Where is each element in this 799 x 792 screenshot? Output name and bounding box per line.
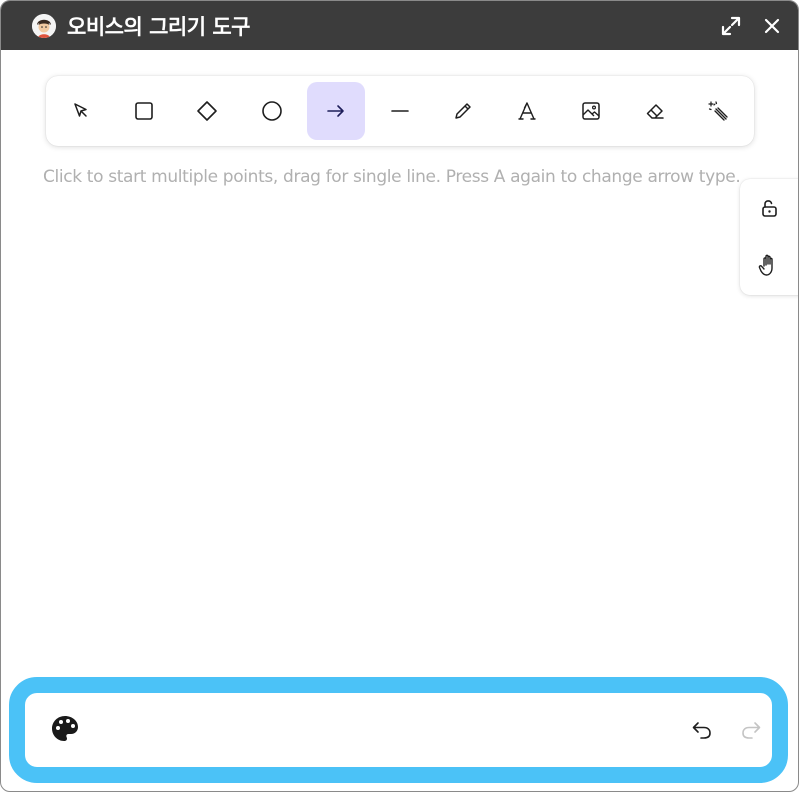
- close-icon: [764, 18, 780, 34]
- color-palette-button[interactable]: [49, 713, 81, 745]
- lock-toggle-button[interactable]: [756, 195, 782, 221]
- pencil-icon: [455, 103, 471, 119]
- tool-line[interactable]: [371, 82, 429, 140]
- side-panel: [740, 179, 798, 295]
- bottom-bar: [9, 677, 788, 783]
- window-title: 오비스의 그리기 도구: [67, 15, 251, 39]
- redo-button[interactable]: [738, 717, 764, 743]
- palette-icon: [52, 716, 78, 741]
- drawing-tool-window: 오비스의 그리기 도구 Click to start multiple poin…: [0, 0, 799, 792]
- hand-icon: [758, 254, 773, 276]
- tool-magic[interactable]: [689, 82, 747, 140]
- tool-eraser[interactable]: [626, 82, 684, 140]
- tool-arrow[interactable]: [307, 82, 365, 140]
- tool-text[interactable]: [498, 82, 556, 140]
- titlebar: 오비스의 그리기 도구: [1, 1, 798, 50]
- image-icon: [582, 102, 600, 120]
- tool-ellipse[interactable]: [243, 82, 301, 140]
- maximize-button[interactable]: [718, 13, 744, 39]
- tool-draw[interactable]: [434, 82, 492, 140]
- canvas-hint: Click to start multiple points, drag for…: [43, 167, 741, 187]
- tool-toolbar: [46, 76, 754, 146]
- tool-diamond[interactable]: [178, 82, 236, 140]
- pointer-icon: [74, 103, 87, 117]
- undo-button[interactable]: [689, 717, 715, 743]
- avatar-icon: [32, 14, 56, 38]
- circle-icon: [262, 101, 282, 121]
- tool-image[interactable]: [562, 82, 620, 140]
- undo-icon: [692, 722, 711, 739]
- diamond-icon: [197, 101, 217, 121]
- magic-wand-icon: [708, 101, 728, 121]
- arrow-right-icon: [327, 105, 344, 117]
- redo-icon: [742, 722, 761, 739]
- eraser-icon: [646, 104, 664, 119]
- close-button[interactable]: [759, 13, 785, 39]
- unlock-icon: [762, 200, 777, 217]
- tool-rectangle[interactable]: [115, 82, 173, 140]
- avatar: [32, 14, 56, 38]
- line-icon: [391, 110, 409, 112]
- tool-selection[interactable]: [52, 82, 110, 140]
- expand-icon: [721, 16, 741, 36]
- hand-tool-button[interactable]: [756, 252, 782, 278]
- rectangle-icon: [135, 102, 153, 120]
- text-icon: [518, 102, 536, 120]
